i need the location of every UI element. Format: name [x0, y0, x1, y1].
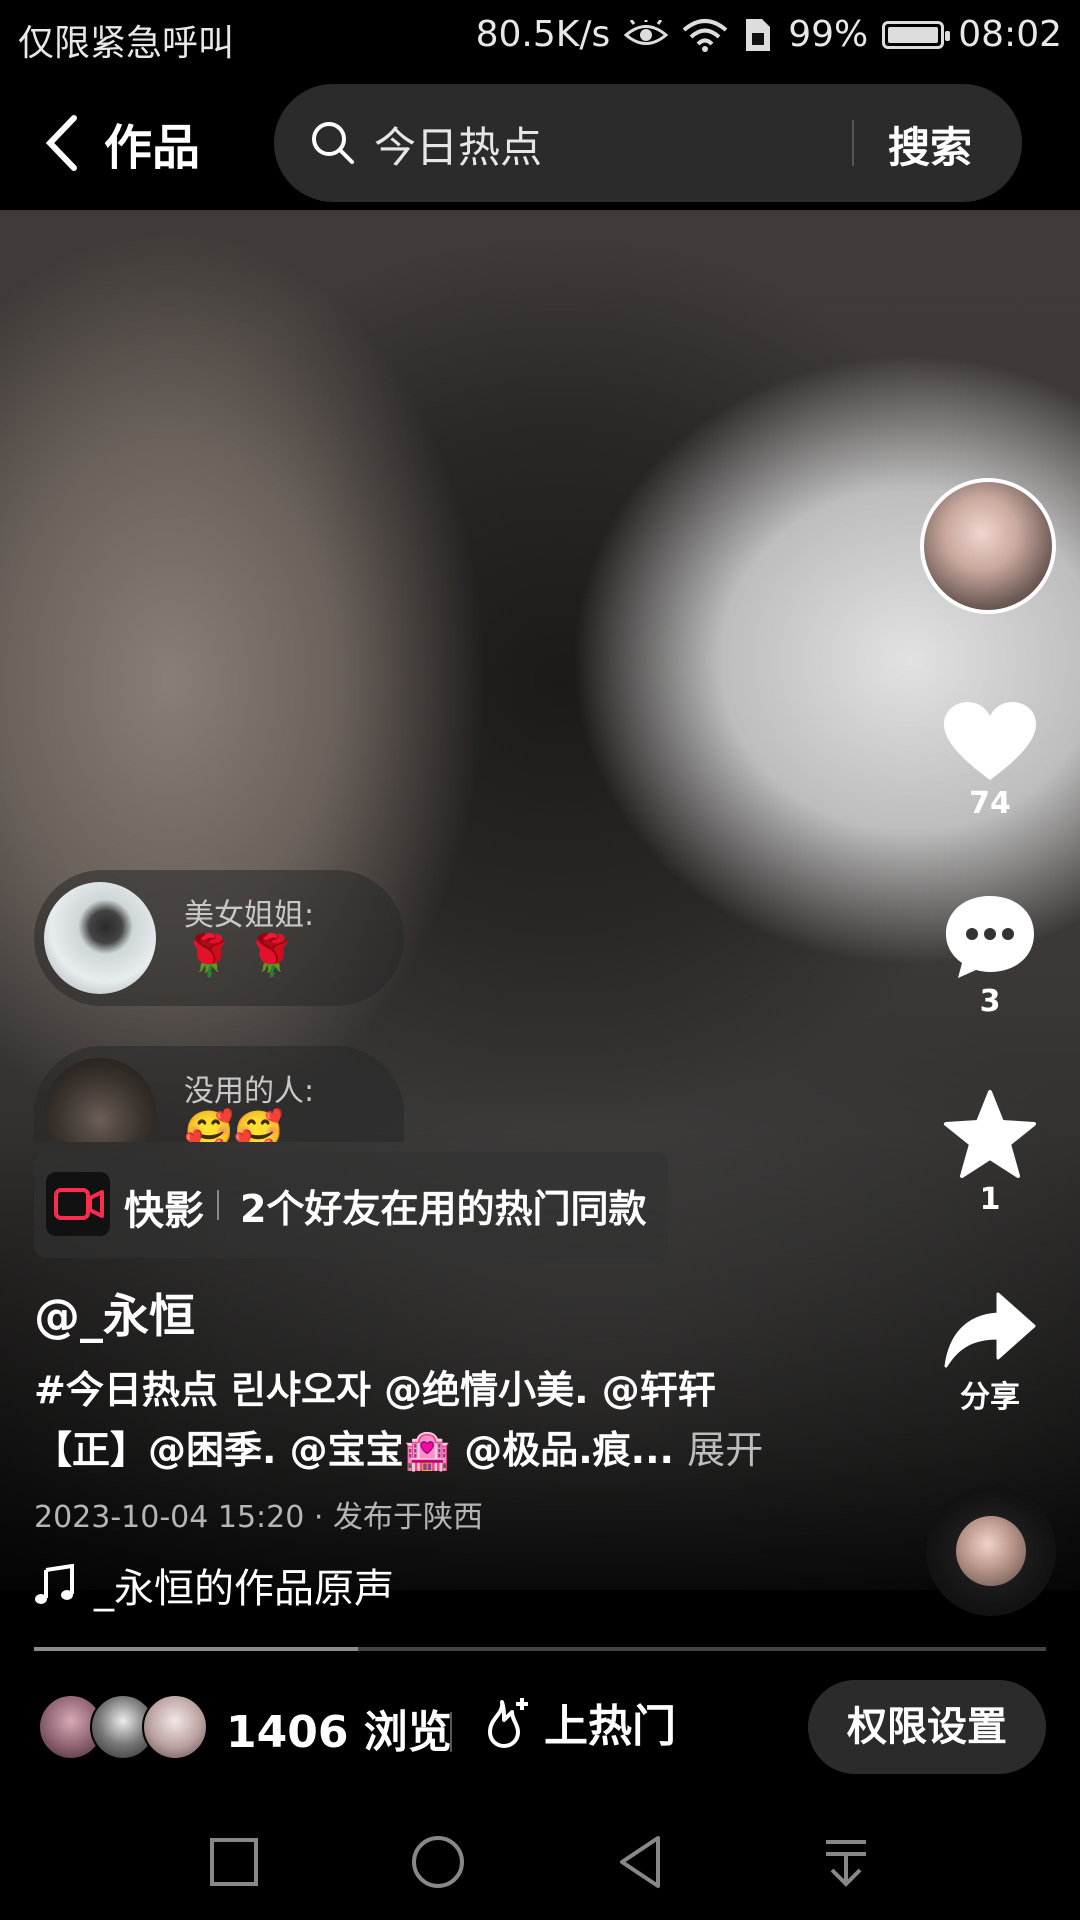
page-title[interactable]: 作品 [104, 108, 200, 178]
danmu-comment[interactable]: 美女姐姐: 🌹 🌹 [34, 870, 404, 1006]
share-button[interactable]: 分享 [934, 1290, 1046, 1416]
star-icon [944, 1090, 1036, 1178]
favorite-count: 1 [979, 1182, 1001, 1217]
post-caption[interactable]: #今日热点 린샤오자 @绝情小美. @轩轩 【正】@困季. @宝宝🏩 @极品.痕… [34, 1360, 794, 1480]
battery-percent: 99% [788, 14, 869, 55]
comment-count: 3 [979, 984, 1001, 1019]
comment-message: 🥰🥰 [184, 1109, 284, 1142]
music-disc-cover [956, 1516, 1026, 1586]
post-meta: 2023-10-04 15:20 · 发布于陕西 [34, 1500, 483, 1535]
comment-button[interactable]: 3 [934, 892, 1046, 1019]
back-triangle-icon[interactable] [612, 1832, 672, 1892]
clock: 08:02 [958, 14, 1062, 55]
eye-comfort-icon [624, 19, 669, 45]
home-circle-icon[interactable] [408, 1832, 468, 1892]
wifi-icon [682, 18, 728, 52]
music-disc[interactable] [926, 1486, 1056, 1616]
author-avatar[interactable] [920, 478, 1056, 614]
template-description: 2个好友在用的热门同款 [240, 1187, 647, 1231]
commenter-avatar [44, 882, 156, 994]
search-input[interactable]: 今日热点 [374, 114, 542, 175]
network-speed: 80.5K/s [475, 14, 611, 55]
search-divider [852, 120, 854, 166]
comment-bubble-icon [946, 896, 1034, 978]
like-button[interactable]: 74 [934, 700, 1046, 821]
caption-line-1: #今日热点 린샤오자 @绝情小美. @轩轩 [34, 1368, 716, 1412]
system-nav-bar [0, 1802, 1080, 1920]
view-count[interactable]: 1406 浏览 [226, 1696, 452, 1760]
video-progress-bar[interactable] [34, 1647, 1046, 1651]
status-bar: 仅限紧急呼叫 80.5K/s 99% 08:02 [0, 0, 1080, 78]
template-tag[interactable]: 快影 2个好友在用的热门同款 [34, 1152, 668, 1258]
commenter-avatar [44, 1058, 156, 1142]
top-header: 作品 今日热点 搜索 [0, 78, 1080, 208]
carrier-text: 仅限紧急呼叫 [18, 23, 235, 64]
back-arrow-icon[interactable] [40, 108, 100, 178]
notification-pulldown-icon[interactable] [816, 1832, 876, 1892]
music-info[interactable]: _永恒的作品原声 [34, 1556, 394, 1614]
template-app-name: 快影 [124, 1188, 204, 1234]
promote-label: 上热门 [544, 1701, 676, 1752]
expand-link[interactable]: 展开 [687, 1428, 763, 1472]
danmu-comment[interactable]: 没用的人: 🥰🥰 [34, 1046, 404, 1142]
caption-line-2-text: 【正】@困季. @宝宝🏩 @极品.痕... [34, 1428, 674, 1472]
recents-square-icon[interactable] [204, 1832, 264, 1892]
like-count: 74 [969, 786, 1011, 821]
commenter-name: 美女姐姐: [184, 898, 315, 933]
favorite-button[interactable]: 1 [934, 1088, 1046, 1217]
caption-line-2: 【正】@困季. @宝宝🏩 @极品.痕... 展开 [34, 1420, 794, 1480]
sim-lock-icon [746, 18, 771, 51]
music-title: _永恒的作品原声 [94, 1566, 394, 1612]
search-button[interactable]: 搜索 [888, 114, 972, 175]
comment-message: 🌹 🌹 [184, 933, 297, 979]
share-arrow-icon [944, 1292, 1036, 1368]
music-note-icon [35, 1564, 74, 1604]
kuaiying-app-icon [46, 1172, 110, 1236]
promote-button[interactable]: 上热门 [482, 1690, 676, 1754]
viewer-avatar[interactable] [142, 1694, 208, 1760]
flame-plus-icon [488, 1698, 528, 1748]
heart-icon [944, 702, 1036, 780]
bottom-divider [450, 1712, 452, 1752]
bottom-bar: 1406 浏览 上热门 权限设置 [0, 1652, 1080, 1802]
battery-icon [882, 20, 951, 49]
status-right: 80.5K/s 99% 08:02 [476, 14, 1062, 55]
search-bar[interactable]: 今日热点 搜索 [274, 84, 1022, 202]
commenter-name: 没用的人: [184, 1074, 315, 1109]
template-divider [217, 1190, 219, 1220]
search-icon [312, 122, 354, 164]
permission-settings-button[interactable]: 权限设置 [808, 1680, 1046, 1774]
share-label: 分享 [960, 1380, 1020, 1415]
author-username[interactable]: @_永恒 [34, 1280, 195, 1346]
video-progress-fill [34, 1647, 358, 1651]
